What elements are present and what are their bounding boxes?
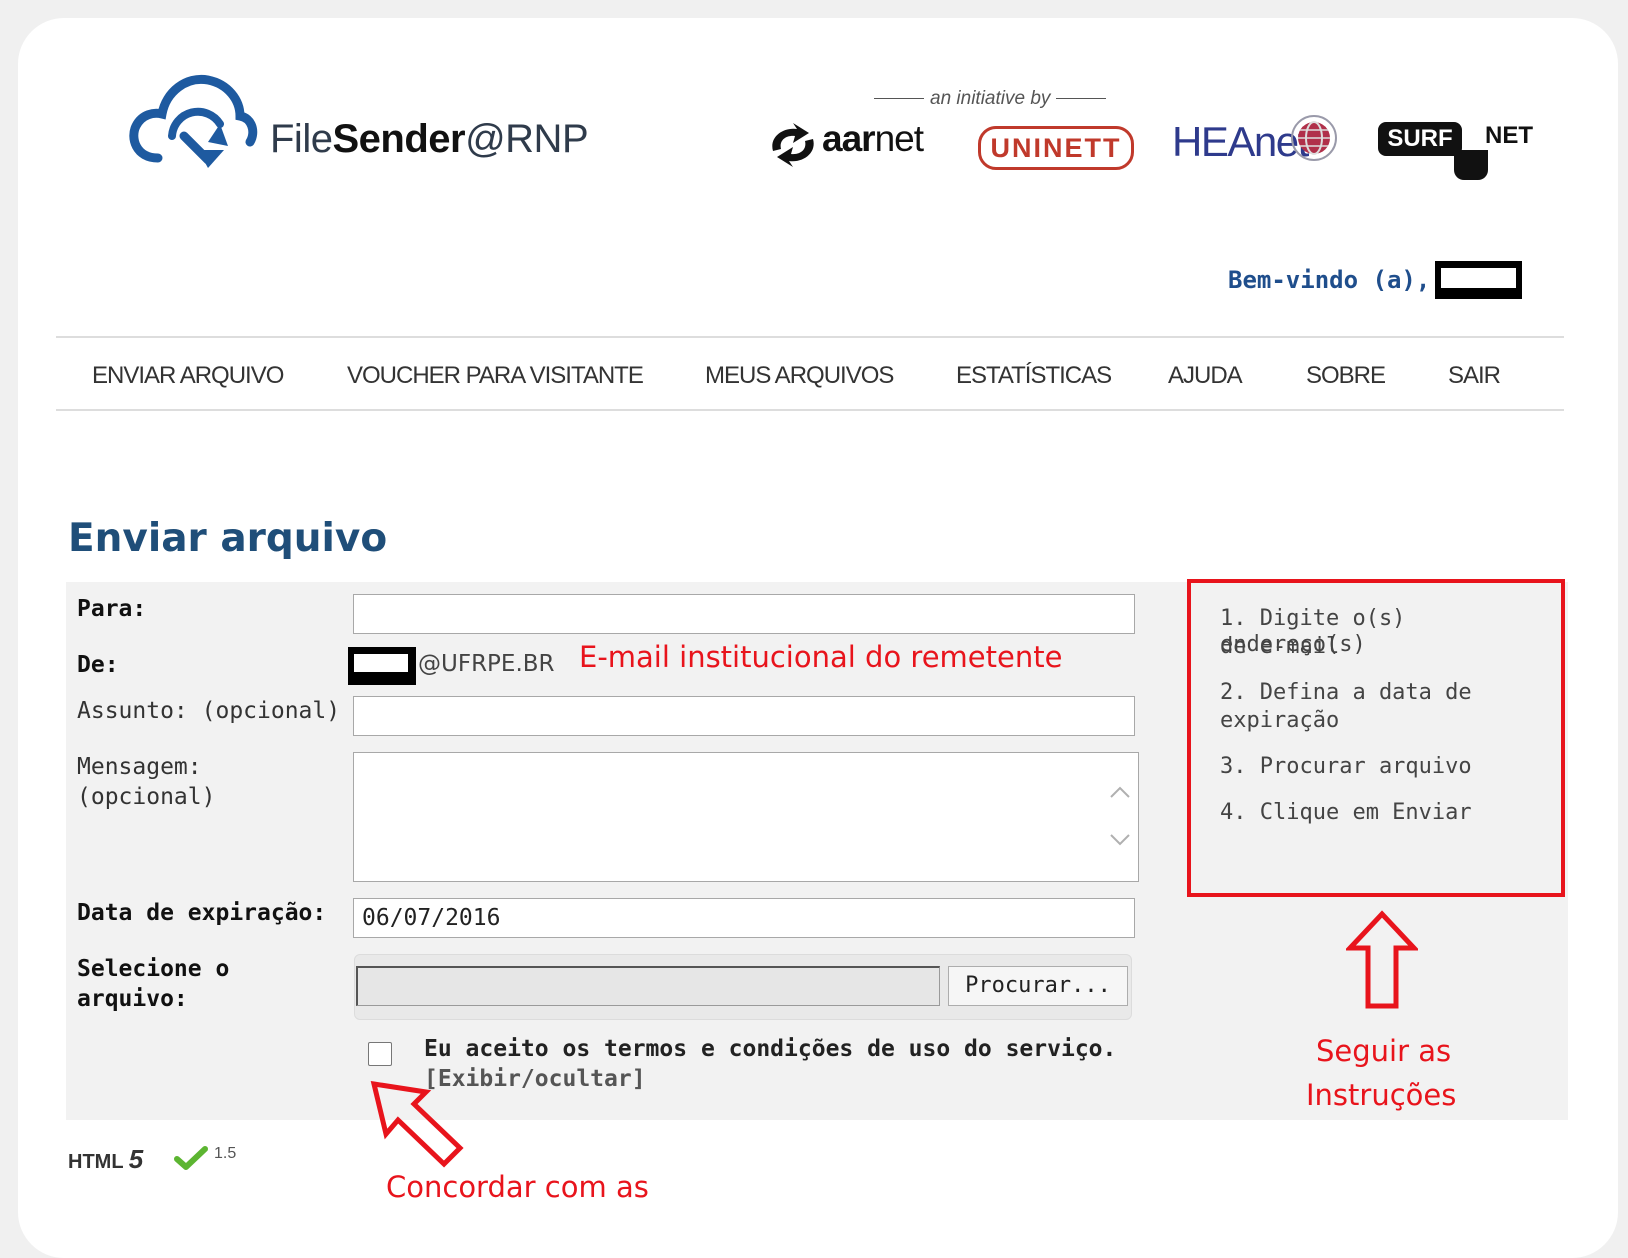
html5-badge: HTML 5 [68, 1144, 144, 1174]
checkmark-icon [174, 1146, 208, 1170]
message-label-line1: Mensagem: [77, 754, 202, 780]
annotation-up-arrow-icon [1346, 910, 1418, 1009]
subject-input[interactable] [353, 696, 1135, 736]
accept-terms-checkbox[interactable] [368, 1042, 392, 1066]
aarnet-logo-icon [772, 123, 814, 167]
aarnet-logo-text: aarnet [822, 118, 924, 159]
to-label: Para: [77, 596, 147, 622]
scroll-down-icon[interactable] [1108, 832, 1132, 848]
subject-label: Assunto: (opcional) [77, 698, 341, 724]
scroll-up-icon[interactable] [1108, 784, 1132, 800]
nav-ajuda[interactable]: AJUDA [1168, 362, 1243, 390]
initiative-caption: an initiative by [868, 88, 1112, 110]
welcome-text: Bem-vindo (a), [1228, 266, 1431, 294]
redacted-username-inner [1441, 268, 1516, 288]
file-label-line1: Selecione o [77, 956, 230, 982]
nav-estatisticas[interactable]: ESTATÍSTICAS [956, 362, 1112, 390]
page-title: Enviar arquivo [68, 516, 388, 561]
annotation-follow-line2: Instruções [1306, 1078, 1457, 1112]
nav-divider-bottom [56, 409, 1564, 411]
instruction-step-2a: 2. Defina a data de [1220, 680, 1472, 705]
sender-domain: @UFRPE.BR [418, 651, 555, 677]
to-input[interactable] [353, 594, 1135, 634]
uninett-logo: UNINETT [978, 126, 1134, 170]
filesender-logo-icon [129, 74, 258, 168]
instruction-step-3: 3. Procurar arquivo [1220, 754, 1472, 779]
message-textarea[interactable] [353, 752, 1139, 882]
nav-enviar-arquivo[interactable]: ENVIAR ARQUIVO [92, 362, 284, 390]
surf-logo: SURF [1378, 122, 1462, 156]
file-label-line2: arquivo: [77, 986, 188, 1012]
browse-button[interactable]: Procurar... [948, 966, 1128, 1006]
message-label-line2: (opcional) [77, 784, 216, 810]
net-logo-text: NET [1485, 122, 1533, 149]
from-label: De: [77, 652, 119, 678]
nav-sair[interactable]: SAIR [1448, 362, 1501, 390]
terms-text: Eu aceito os termos e condições de uso d… [424, 1036, 1117, 1062]
surf-logo-tail [1454, 150, 1488, 180]
nav-voucher-visitante[interactable]: VOUCHER PARA VISITANTE [347, 362, 644, 390]
annotation-follow-line1: Seguir as [1316, 1034, 1452, 1068]
annotation-agree: Concordar com as [386, 1170, 649, 1204]
annotation-sender-email: E-mail institucional do remetente [579, 640, 1063, 674]
heanet-globe-icon [1291, 115, 1337, 161]
nav-meus-arquivos[interactable]: MEUS ARQUIVOS [705, 362, 894, 390]
version-number: 1.5 [214, 1145, 237, 1162]
redacted-sender-inner [354, 654, 408, 672]
expiry-date-input[interactable]: 06/07/2016 [353, 898, 1135, 938]
nav-divider-top [56, 336, 1564, 338]
expiry-label: Data de expiração: [77, 900, 327, 926]
instruction-step-4: 4. Clique em Enviar [1220, 800, 1472, 825]
brand-name: FileSender@RNP [270, 117, 589, 161]
file-path-field[interactable] [356, 966, 940, 1006]
instruction-step-2b: expiração [1220, 708, 1340, 733]
instruction-step-1b: de e-mail [1220, 634, 1340, 659]
annotation-diagonal-arrow-icon [370, 1080, 464, 1168]
nav-sobre[interactable]: SOBRE [1306, 362, 1386, 390]
